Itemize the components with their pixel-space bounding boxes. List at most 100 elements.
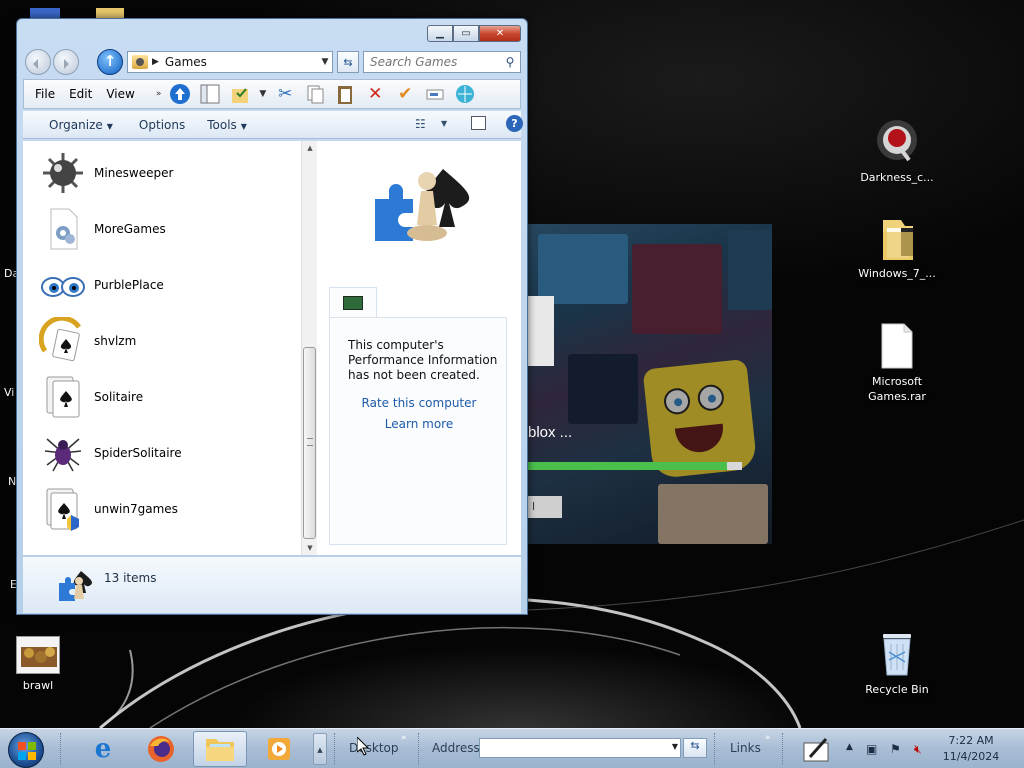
games-explorer-window[interactable]: ▁ ▭ ✕ ↑ ▶ Games ▼ ⇆ ⚲ File Edit View » ▼… — [16, 18, 528, 615]
system-clock[interactable]: 7:22 AM 11/4/2024 — [936, 733, 1006, 765]
check-icon[interactable]: ✔ — [392, 81, 418, 107]
list-item-unwin7games[interactable]: unwin7games — [39, 483, 279, 535]
desktop-icon-label: brawl — [22, 679, 54, 692]
menu-overflow-chevron-icon[interactable]: » — [156, 89, 162, 99]
item-name: Minesweeper — [94, 166, 174, 180]
preview-pane-icon[interactable] — [471, 116, 486, 130]
recycle-bin-icon — [873, 630, 921, 678]
taskbar-firefox[interactable] — [134, 731, 188, 767]
delete-icon[interactable]: ✕ — [362, 81, 388, 107]
internet-explorer-icon: e — [94, 734, 112, 764]
taskbar-scroll-button[interactable]: ▲ — [313, 733, 327, 765]
list-item-shvlzm[interactable]: shvlzm — [38, 315, 279, 367]
links-toolbar-label[interactable]: Links — [730, 741, 761, 755]
views-dropdown-icon[interactable]: ▼ — [441, 119, 447, 128]
menu-edit[interactable]: Edit — [62, 87, 99, 101]
list-item-spidersolitaire[interactable]: SpiderSolitaire — [39, 427, 279, 479]
chip-icon — [343, 296, 363, 310]
taskbar-go-button[interactable]: ⇆ — [683, 738, 707, 758]
search-box[interactable]: ⚲ — [363, 51, 521, 73]
breadcrumb-separator-icon[interactable]: ▶ — [152, 57, 159, 67]
chevron-down-icon: ▼ — [240, 121, 247, 131]
list-item-solitaire[interactable]: Solitaire — [39, 371, 279, 423]
list-item-purbleplace[interactable]: PurblePlace — [39, 259, 279, 311]
taskbar-internet-explorer[interactable]: e — [76, 731, 130, 767]
vertical-scrollbar[interactable]: ▲ ▼ — [301, 141, 317, 555]
back-button[interactable] — [25, 49, 51, 75]
close-button[interactable]: ✕ — [479, 25, 521, 42]
links-toolbar-chevron-icon[interactable]: » — [765, 733, 771, 743]
background-game-window[interactable]: blox ... l — [528, 224, 772, 544]
minimize-button[interactable]: ▁ — [427, 25, 453, 42]
scroll-down-icon[interactable]: ▼ — [302, 541, 318, 555]
search-input[interactable] — [364, 55, 500, 69]
desktop-icon-label: Darkness_c... — [860, 171, 934, 184]
games-folder-icon — [132, 55, 148, 69]
up-folder-button[interactable]: ↑ — [97, 49, 123, 75]
show-hidden-icons-icon[interactable]: ▲ — [846, 742, 853, 752]
rename-icon[interactable] — [422, 81, 448, 107]
desktop-icon-darkness[interactable]: Darkness_c... — [855, 118, 939, 185]
edge-label-n: N — [8, 475, 17, 488]
action-center-flag-icon[interactable]: ⚑ — [890, 742, 901, 756]
list-item-moregames[interactable]: MoreGames — [39, 203, 279, 255]
desktop-icon-microsoft-games-rar[interactable]: Microsoft Games.rar — [855, 322, 939, 404]
folder-options-icon[interactable] — [227, 81, 253, 107]
options-button[interactable]: Options — [129, 118, 195, 132]
list-item-minesweeper[interactable]: Minesweeper — [39, 147, 279, 199]
chevron-down-icon[interactable]: ▼ — [672, 742, 678, 751]
item-count: 13 items — [104, 571, 157, 585]
views-icon[interactable]: ☷ — [415, 117, 426, 131]
help-icon[interactable]: ? — [506, 115, 523, 132]
command-bar: Organize ▼ Options Tools ▼ ☷ ▼ ? — [23, 111, 523, 139]
menu-file[interactable]: File — [28, 87, 62, 101]
paste-icon[interactable] — [332, 81, 358, 107]
spidersolitaire-icon — [39, 429, 87, 477]
firefox-icon — [148, 736, 174, 762]
scrollbar-thumb[interactable] — [303, 347, 316, 539]
tools-button[interactable]: Tools ▼ — [197, 118, 257, 132]
volume-muted-icon[interactable]: 🔇︎ — [914, 742, 922, 757]
cut-icon[interactable]: ✂ — [272, 81, 298, 107]
panes-icon[interactable] — [197, 81, 223, 107]
rate-this-computer-link[interactable]: Rate this computer — [330, 396, 508, 410]
performance-card: This computer's Performance Information … — [329, 317, 507, 545]
organize-button[interactable]: Organize ▼ — [39, 118, 123, 132]
search-icon[interactable]: ⚲ — [500, 55, 520, 69]
clock-date: 11/4/2024 — [942, 750, 1000, 763]
address-bar[interactable]: ▶ Games ▼ — [127, 51, 333, 73]
edge-label-vi: Vi — [4, 386, 15, 399]
learn-more-link[interactable]: Learn more — [330, 417, 508, 431]
up-arrow-icon[interactable] — [167, 81, 193, 107]
desktop-icon-recycle-bin[interactable]: Recycle Bin — [855, 630, 939, 697]
cancel-button-fragment[interactable]: l — [528, 496, 562, 518]
desktop-icon-windows7[interactable]: Windows_7_... — [855, 214, 939, 281]
performance-tab — [329, 287, 377, 319]
breadcrumb-games[interactable]: Games — [165, 55, 318, 69]
desktop-icon-brawl[interactable]: brawl — [0, 636, 80, 693]
address-dropdown-icon[interactable]: ▼ — [318, 57, 332, 67]
desktop-toolbar-chevron-icon[interactable]: » — [401, 733, 407, 743]
scroll-up-icon[interactable]: ▲ — [302, 141, 318, 155]
preview-pane: This computer's Performance Information … — [319, 141, 521, 555]
file-icon — [873, 322, 921, 370]
network-icon[interactable]: ▣ — [866, 742, 877, 756]
item-name: PurblePlace — [94, 278, 164, 292]
refresh-button[interactable]: ⇆ — [337, 51, 359, 73]
copy-icon[interactable] — [302, 81, 328, 107]
pen-input-icon[interactable] — [802, 735, 832, 763]
options-dropdown-icon[interactable]: ▼ — [259, 89, 266, 99]
item-name: unwin7games — [94, 502, 178, 516]
taskbar-windows-explorer[interactable] — [193, 731, 247, 767]
start-button[interactable] — [8, 732, 44, 768]
games-list: Minesweeper MoreGames PurblePlace shvlzm — [23, 141, 301, 555]
menu-view[interactable]: View — [99, 87, 141, 101]
performance-message: This computer's Performance Information … — [348, 338, 498, 382]
forward-button[interactable] — [53, 49, 79, 75]
taskbar-address-input[interactable]: ▼ — [479, 738, 681, 758]
item-name: SpiderSolitaire — [94, 446, 182, 460]
web-icon[interactable] — [452, 81, 478, 107]
taskbar-media-player[interactable] — [252, 731, 306, 767]
windows-logo-icon — [18, 742, 36, 760]
maximize-button[interactable]: ▭ — [453, 25, 479, 42]
